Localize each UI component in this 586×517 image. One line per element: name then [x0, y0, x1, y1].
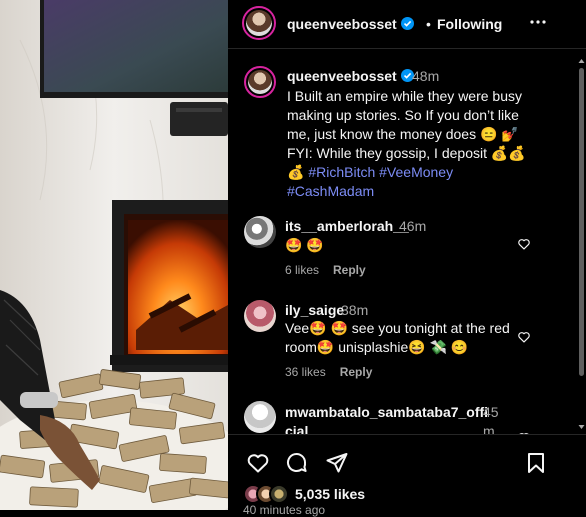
comment-time: 45 m [483, 403, 499, 434]
comment-username[interactable]: its__amberlorah__ [285, 218, 409, 234]
comment-icon[interactable] [285, 451, 309, 475]
post-actions: 5,035 likes [228, 434, 586, 511]
commenter-avatar[interactable] [244, 401, 276, 433]
post-image [0, 0, 228, 510]
reply-button[interactable]: Reply [333, 263, 366, 277]
comment-line: Vee🤩 🤩 see you tonight at the red [285, 320, 510, 336]
caption-text: I Built an empire while they were busy m… [287, 87, 567, 201]
commenter-avatar[interactable] [244, 216, 276, 248]
comment-time-line: 45 [483, 404, 499, 420]
comment-username[interactable]: ily_saige [285, 302, 344, 318]
comment-meta: 6 likes Reply [285, 263, 366, 277]
heart-icon[interactable] [246, 451, 270, 475]
comment-heart-icon[interactable] [517, 330, 531, 344]
author-username-text[interactable]: queenveebosset [287, 16, 397, 32]
following-button[interactable]: Following [437, 16, 502, 32]
comments-section[interactable]: queenveebosset 48m I Built an empire whi… [228, 49, 586, 434]
bookmark-icon[interactable] [524, 451, 548, 475]
post-panel: queenveebosset • Following queenveebosse… [228, 0, 586, 517]
comment-username-line[interactable]: mwambatalo_sambataba7_offi [285, 403, 488, 422]
header-separator: • [426, 16, 431, 32]
likes-summary[interactable]: 5,035 likes [243, 483, 365, 505]
caption-hashtag-line: 💰 #RichBitch #VeeMoney [287, 163, 567, 182]
caption-line: FYI: While they gossip, I deposit 💰💰 [287, 145, 526, 161]
caption-line: making up stories. So If you don’t like [287, 107, 519, 123]
comment-heart-icon[interactable] [517, 237, 531, 251]
likes-count[interactable]: 5,035 likes [295, 486, 365, 502]
share-icon[interactable] [325, 451, 349, 475]
reply-button[interactable]: Reply [340, 365, 373, 379]
comment-time-line: m [483, 423, 495, 434]
liker-avatar [269, 484, 289, 504]
author-username[interactable]: queenveebosset [287, 16, 414, 32]
author-avatar[interactable] [242, 6, 276, 40]
post-header: queenveebosset • Following [228, 0, 586, 49]
comment-likes[interactable]: 6 likes [285, 263, 319, 277]
caption-username-text[interactable]: queenveebosset [287, 68, 397, 84]
comment-text: 🤩 🤩 [285, 237, 324, 253]
post-timestamp: 40 minutes ago [243, 503, 326, 517]
caption-line: me, just know the money does 😑 💅 [287, 126, 519, 142]
scrollbar-thumb[interactable] [579, 68, 584, 376]
comment-time: 38m [341, 302, 369, 318]
caption-username[interactable]: queenveebosset [287, 68, 414, 84]
comment-username-line[interactable]: cial [285, 422, 488, 434]
comment-username[interactable]: mwambatalo_sambataba7_offi cial [285, 403, 488, 434]
hashtag-link[interactable]: #VeeMoney [379, 164, 453, 180]
verified-badge-icon [400, 17, 414, 30]
caption-emoji: 💰 [287, 164, 305, 180]
caption-line: I Built an empire while they were busy [287, 88, 522, 104]
comment-text: Vee🤩 🤩 see you tonight at the red room🤩 … [285, 319, 515, 357]
commenter-avatar[interactable] [244, 300, 276, 332]
scroll-up-arrow-icon[interactable] [578, 58, 585, 64]
more-options-icon[interactable] [526, 10, 550, 34]
comment-meta: 36 likes Reply [285, 365, 372, 379]
scroll-down-arrow-icon[interactable] [578, 424, 585, 430]
comment-likes[interactable]: 36 likes [285, 365, 326, 379]
hashtag-link[interactable]: #RichBitch [308, 164, 375, 180]
caption-avatar[interactable] [244, 66, 276, 98]
caption-time: 48m [412, 68, 440, 84]
comment-time: 46m [399, 218, 427, 234]
comment-line: room🤩 unisplashie😆 💸 😊 [285, 339, 469, 355]
hashtag-link[interactable]: #CashMadam [287, 183, 374, 199]
